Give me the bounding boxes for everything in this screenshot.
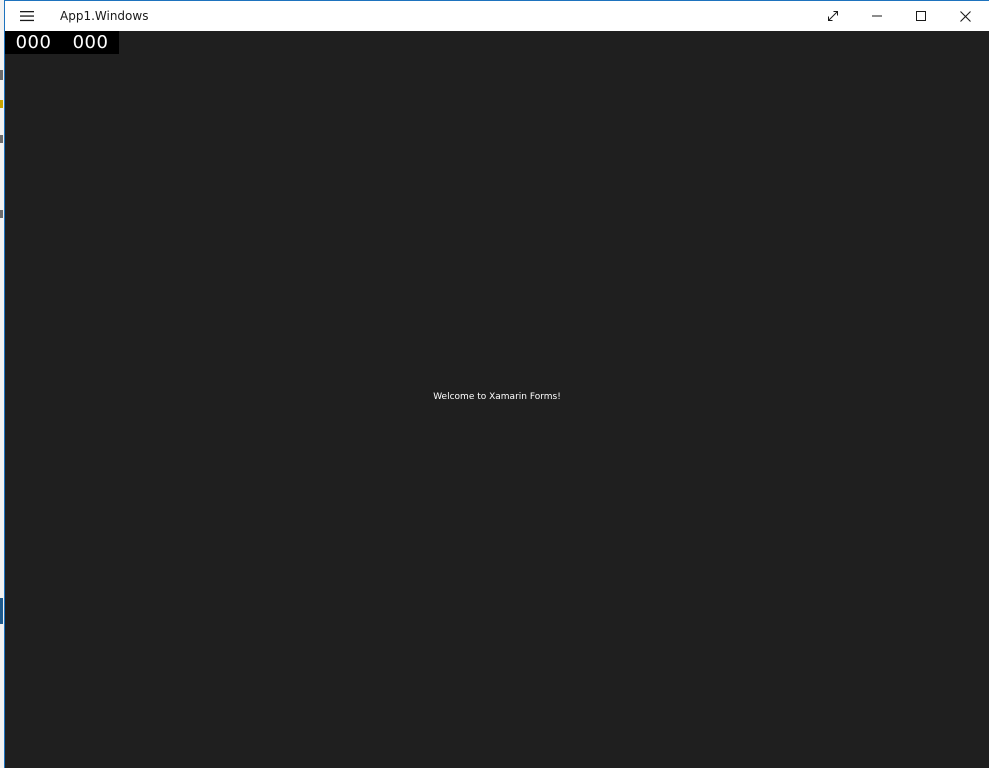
desktop-mark bbox=[0, 210, 3, 218]
minimize-icon bbox=[872, 15, 882, 17]
title-bar[interactable]: App1.Windows bbox=[5, 1, 989, 31]
desktop-mark bbox=[0, 70, 3, 80]
maximize-button[interactable] bbox=[899, 1, 943, 31]
hamburger-icon bbox=[20, 11, 34, 22]
desktop-mark bbox=[0, 135, 3, 143]
menu-button[interactable] bbox=[5, 1, 49, 31]
frame-rate-counter: 000 000 bbox=[5, 31, 119, 54]
counter-left-value: 000 bbox=[15, 32, 52, 53]
counter-right-value: 000 bbox=[72, 32, 109, 53]
expand-icon bbox=[828, 11, 838, 21]
desktop-mark bbox=[0, 100, 3, 108]
window-title: App1.Windows bbox=[60, 9, 149, 23]
app-window: App1.Windows 000 000 Welcome to Xamarin … bbox=[4, 0, 989, 768]
maximize-icon bbox=[916, 11, 926, 21]
minimize-button[interactable] bbox=[855, 1, 899, 31]
close-button[interactable] bbox=[943, 1, 987, 31]
screen: App1.Windows 000 000 Welcome to Xamarin … bbox=[0, 0, 989, 768]
welcome-label: Welcome to Xamarin Forms! bbox=[433, 392, 561, 402]
desktop-mark bbox=[0, 598, 3, 624]
close-icon bbox=[959, 10, 971, 22]
page-content: 000 000 Welcome to Xamarin Forms! bbox=[5, 31, 989, 768]
fullscreen-button[interactable] bbox=[811, 1, 855, 31]
